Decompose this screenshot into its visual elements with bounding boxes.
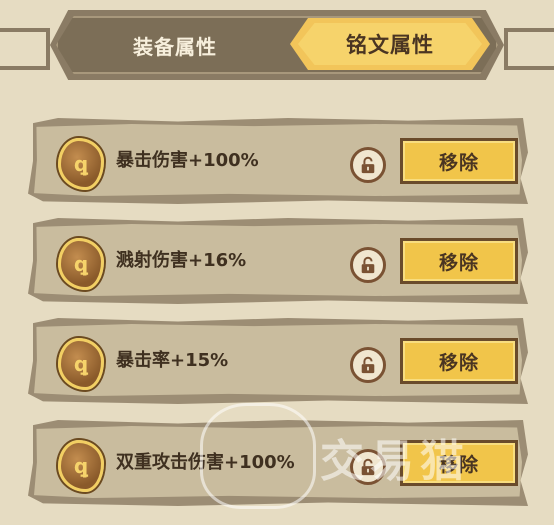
attribute-text: 溅射伤害+16% [116, 250, 247, 271]
remove-button[interactable]: 移除 [400, 338, 518, 384]
rune-glyph: ꝗ [73, 352, 89, 376]
rune-glyph: ꝗ [73, 152, 89, 176]
unlock-icon[interactable] [350, 347, 386, 383]
attribute-text: 暴击率+15% [116, 350, 229, 371]
unlock-icon[interactable] [350, 449, 386, 485]
rune-glyph: ꝗ [73, 252, 89, 276]
tab-inscription-attributes[interactable]: 铭文属性 [298, 23, 482, 65]
rune-icon: ꝗ [58, 238, 104, 290]
rune-icon: ꝗ [58, 338, 104, 390]
header-decoration-left [0, 28, 50, 70]
unlock-icon-glyph [361, 156, 375, 174]
attribute-text: 暴击伤害+100% [116, 150, 259, 171]
rune-icon: ꝗ [58, 138, 104, 190]
remove-button[interactable]: 移除 [400, 440, 518, 486]
unlock-icon[interactable] [350, 247, 386, 283]
unlock-icon-glyph [361, 356, 375, 374]
attribute-text: 双重攻击伤害+100% [116, 452, 295, 473]
tab-equipment-attributes[interactable]: 装备属性 [100, 26, 250, 64]
remove-button[interactable]: 移除 [400, 138, 518, 184]
header-decoration-right [504, 28, 554, 70]
remove-button[interactable]: 移除 [400, 238, 518, 284]
rune-glyph: ꝗ [73, 454, 89, 478]
attribute-row: ꝗ 暴击伤害+100% 移除 [28, 118, 528, 204]
attribute-row: ꝗ 溅射伤害+16% 移除 [28, 218, 528, 304]
unlock-icon-glyph [361, 256, 375, 274]
tab-header: 装备属性 铭文属性 [0, 0, 554, 100]
unlock-icon-glyph [361, 458, 375, 476]
attribute-row: ꝗ 双重攻击伤害+100% 移除 [28, 420, 528, 506]
attribute-row: ꝗ 暴击率+15% 移除 [28, 318, 528, 404]
rune-icon: ꝗ [58, 440, 104, 492]
unlock-icon[interactable] [350, 147, 386, 183]
